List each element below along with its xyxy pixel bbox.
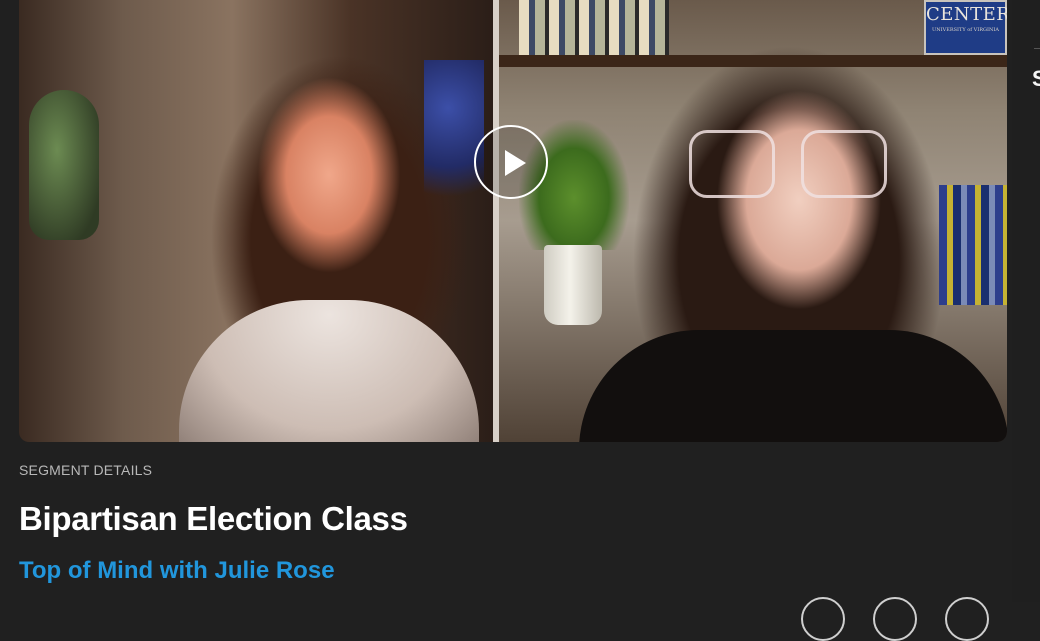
sign-sub-text: UNIVERSITY of VIRGINIA [932, 27, 999, 33]
side-panel-heading: S [1032, 66, 1040, 91]
action-button-3[interactable] [945, 597, 989, 641]
bookshelf [499, 55, 1007, 67]
action-button-2[interactable] [873, 597, 917, 641]
video-player[interactable]: CENTER UNIVERSITY of VIRGINIA [19, 0, 1007, 442]
side-panel: S [1012, 0, 1040, 602]
bookshelf-books-right [939, 185, 1007, 305]
video-participant-left [19, 0, 493, 442]
segment-title: Bipartisan Election Class [19, 500, 408, 537]
background-sign: CENTER UNIVERSITY of VIRGINIA [924, 0, 1007, 55]
vase [29, 90, 99, 240]
participant-shirt [179, 300, 479, 442]
show-link[interactable]: Top of Mind with Julie Rose [19, 557, 335, 585]
flowers [424, 60, 484, 220]
video-participant-right [499, 0, 1007, 442]
play-icon[interactable] [474, 125, 548, 199]
plant-pot [544, 245, 602, 325]
bookshelf-books [519, 0, 669, 55]
sign-main-text: CENTER [926, 4, 1007, 25]
side-panel-rule [1034, 48, 1040, 49]
glasses [689, 130, 889, 200]
participant-sweater [579, 330, 1007, 442]
action-button-1[interactable] [801, 597, 845, 641]
segment-eyebrow: SEGMENT DETAILS [19, 462, 153, 478]
